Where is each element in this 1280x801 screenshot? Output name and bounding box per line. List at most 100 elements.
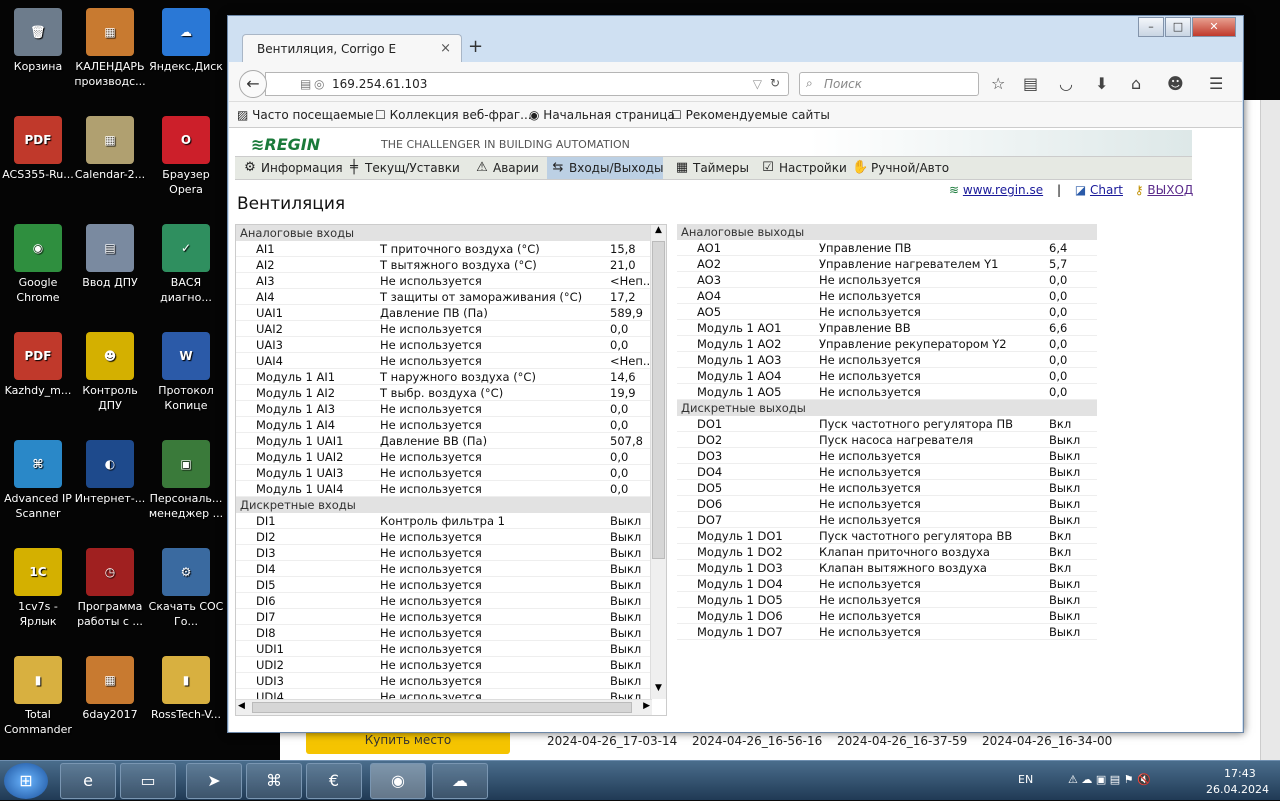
- ie-taskbar-button[interactable]: e: [60, 763, 116, 799]
- start-button[interactable]: ⊞: [4, 763, 48, 799]
- maximize-button[interactable]: □: [1165, 17, 1191, 37]
- chart-link[interactable]: Chart: [1090, 183, 1123, 197]
- regin-site-link[interactable]: www.regin.se: [963, 183, 1043, 197]
- desktop-icon[interactable]: ◉ Google Chrome: [0, 224, 76, 305]
- hscroll-thumb[interactable]: [252, 702, 632, 713]
- desktop-icon[interactable]: W Протокол Копице: [148, 332, 224, 413]
- io-row[interactable]: DO4 Не используется Выкл: [677, 464, 1097, 480]
- horizontal-scrollbar[interactable]: ◀ ▶: [236, 699, 652, 715]
- yandex-disk-taskbar-button[interactable]: ☁: [432, 763, 488, 799]
- io-row[interactable]: DO2 Пуск насоса нагревателя Выкл: [677, 432, 1097, 448]
- back-button[interactable]: ←: [239, 70, 267, 98]
- desktop-icon[interactable]: ▦ Calendar-2...: [72, 116, 148, 182]
- io-row[interactable]: Модуль 1 DO6 Не используется Выкл: [677, 608, 1097, 624]
- dropdown-icon[interactable]: ▽: [753, 77, 762, 91]
- io-row[interactable]: AO4 Не используется 0,0: [677, 288, 1097, 304]
- desktop-icon[interactable]: PDF Kazhdy_m...: [0, 332, 76, 398]
- home-icon[interactable]: ⌂: [1131, 74, 1141, 93]
- io-row[interactable]: DI7 Не используется Выкл: [236, 609, 652, 625]
- io-row[interactable]: UDI2 Не используется Выкл: [236, 657, 652, 673]
- scroll-thumb[interactable]: [652, 241, 665, 559]
- desktop-icon[interactable]: ⚙ Скачать СОС Го...: [148, 548, 224, 629]
- exit-link[interactable]: ВЫХОД: [1147, 183, 1193, 197]
- menu-item[interactable]: ⚙ Информация: [239, 157, 342, 179]
- scrollbar[interactable]: [1260, 100, 1280, 760]
- io-row[interactable]: DO1 Пуск частотного регулятора ПВ Вкл: [677, 416, 1097, 432]
- io-row[interactable]: Модуль 1 DO3 Клапан вытяжного воздуха Вкл: [677, 560, 1097, 576]
- io-row[interactable]: DI5 Не используется Выкл: [236, 577, 652, 593]
- io-row[interactable]: AI2 Т вытяжного воздуха (°C) 21,0: [236, 257, 652, 273]
- desktop-icon[interactable]: ◷ Программа работы с ...: [72, 548, 148, 629]
- menu-item[interactable]: ▦ Таймеры: [671, 157, 749, 179]
- network-taskbar-button[interactable]: ⌘: [246, 763, 302, 799]
- download-icon[interactable]: ⬇: [1095, 74, 1108, 93]
- io-row[interactable]: AO1 Управление ПВ 6,4: [677, 240, 1097, 256]
- bookmark-item[interactable]: ▨ Часто посещаемые: [237, 108, 374, 122]
- desktop-icon[interactable]: PDF ACS355-Ru...: [0, 116, 76, 182]
- io-row[interactable]: Модуль 1 AI1 Т наружного воздуха (°C) 14,6: [236, 369, 652, 385]
- tray-icons[interactable]: ⚠ ☁ ▣ ▤ ⚑ 🔇: [1068, 773, 1151, 786]
- reload-icon[interactable]: ↻: [770, 76, 780, 90]
- menu-item[interactable]: ⚠ Аварии: [471, 157, 539, 179]
- pocket-icon[interactable]: ◡: [1059, 74, 1073, 93]
- minimize-button[interactable]: –: [1138, 17, 1164, 37]
- io-row[interactable]: Модуль 1 AO4 Не используется 0,0: [677, 368, 1097, 384]
- io-row[interactable]: Модуль 1 AO2 Управление рекуператором Y2 0…: [677, 336, 1097, 352]
- io-row[interactable]: Модуль 1 UAI3 Не используется 0,0: [236, 465, 652, 481]
- io-row[interactable]: Модуль 1 DO7 Не используется Выкл: [677, 624, 1097, 640]
- io-row[interactable]: Модуль 1 AI2 Т выбр. воздуха (°C) 19,9: [236, 385, 652, 401]
- io-row[interactable]: DO5 Не используется Выкл: [677, 480, 1097, 496]
- desktop-icon[interactable]: ◐ Интернет-...: [72, 440, 148, 506]
- io-row[interactable]: DI1 Контроль фильтра 1 Выкл: [236, 513, 652, 529]
- desktop-icon[interactable]: ☻ Контроль ДПУ: [72, 332, 148, 413]
- language-indicator[interactable]: EN: [1018, 773, 1033, 786]
- chat-icon[interactable]: ☻: [1167, 74, 1184, 93]
- io-row[interactable]: AI4 Т защиты от замораживания (°C) 17,2: [236, 289, 652, 305]
- io-row[interactable]: AO2 Управление нагревателем Y1 5,7: [677, 256, 1097, 272]
- io-row[interactable]: AI3 Не используется <Неп...: [236, 273, 654, 289]
- io-row[interactable]: AO5 Не используется 0,0: [677, 304, 1097, 320]
- bookmark-item[interactable]: ◉ Начальная страница: [529, 108, 675, 122]
- io-row[interactable]: Модуль 1 AI4 Не используется 0,0: [236, 417, 652, 433]
- scroll-up-icon[interactable]: ▲: [651, 225, 666, 241]
- io-row[interactable]: DI2 Не используется Выкл: [236, 529, 652, 545]
- io-row[interactable]: AI1 Т приточного воздуха (°C) 15,8: [236, 241, 652, 257]
- io-row[interactable]: Модуль 1 UAI4 Не используется 0,0: [236, 481, 652, 497]
- scroll-down-icon[interactable]: ▼: [651, 683, 666, 699]
- search-input[interactable]: ⌕ Поиск: [799, 72, 979, 96]
- desktop-icon[interactable]: ✓ ВАСЯ диагно...: [148, 224, 224, 305]
- io-row[interactable]: Модуль 1 DO5 Не используется Выкл: [677, 592, 1097, 608]
- firefox-taskbar-button[interactable]: ◉: [370, 763, 426, 799]
- bookmark-star-icon[interactable]: ☆: [991, 74, 1005, 93]
- io-row[interactable]: Модуль 1 AI3 Не используется 0,0: [236, 401, 652, 417]
- menu-item[interactable]: ✋ Ручной/Авто: [849, 157, 949, 179]
- desktop-icon[interactable]: ▣ Персональ... менеджер ...: [148, 440, 224, 521]
- io-row[interactable]: UDI1 Не используется Выкл: [236, 641, 652, 657]
- io-row[interactable]: DO7 Не используется Выкл: [677, 512, 1097, 528]
- desktop-icon[interactable]: 1С 1cv7s - Ярлык: [0, 548, 76, 629]
- io-row[interactable]: DO3 Не используется Выкл: [677, 448, 1097, 464]
- io-row[interactable]: DI8 Не используется Выкл: [236, 625, 652, 641]
- menu-icon[interactable]: ☰: [1209, 74, 1223, 93]
- close-tab-icon[interactable]: ×: [440, 41, 451, 56]
- bookmark-item[interactable]: ☐ Коллекция веб-фраг...: [375, 108, 532, 122]
- desktop-icon[interactable]: 🗑 Корзина: [0, 8, 76, 74]
- new-tab-button[interactable]: +: [468, 36, 483, 57]
- scroll-left-icon[interactable]: ◀: [238, 701, 245, 711]
- desktop-icon[interactable]: ▮ RossTech-V...: [148, 656, 224, 722]
- url-field[interactable]: ▤ ◎ 169.254.61.103 ▽ ↻: [265, 72, 789, 96]
- io-row[interactable]: UAI1 Давление ПВ (Па) 589,9: [236, 305, 652, 321]
- io-row[interactable]: Модуль 1 UAI2 Не используется 0,0: [236, 449, 652, 465]
- bookmark-item[interactable]: ☐ Рекомендуемые сайты: [671, 108, 830, 122]
- io-row[interactable]: DI4 Не используется Выкл: [236, 561, 652, 577]
- clock-time[interactable]: 17:43: [1224, 767, 1256, 780]
- io-row[interactable]: Модуль 1 DO2 Клапан приточного воздуха Вкл: [677, 544, 1097, 560]
- app-taskbar-button[interactable]: €: [306, 763, 362, 799]
- desktop-icon[interactable]: ☁ Яндекс.Диск: [148, 8, 224, 74]
- desktop-icon[interactable]: ▦ КАЛЕНДАРЬ производс...: [72, 8, 148, 89]
- io-row[interactable]: Модуль 1 UAI1 Давление ВВ (Па) 507,8: [236, 433, 652, 449]
- desktop-icon[interactable]: ▤ Ввод ДПУ: [72, 224, 148, 290]
- io-row[interactable]: Модуль 1 DO4 Не используется Выкл: [677, 576, 1097, 592]
- desktop-icon[interactable]: ▮ Total Commander: [0, 656, 76, 737]
- io-row[interactable]: Модуль 1 AO1 Управление ВВ 6,6: [677, 320, 1097, 336]
